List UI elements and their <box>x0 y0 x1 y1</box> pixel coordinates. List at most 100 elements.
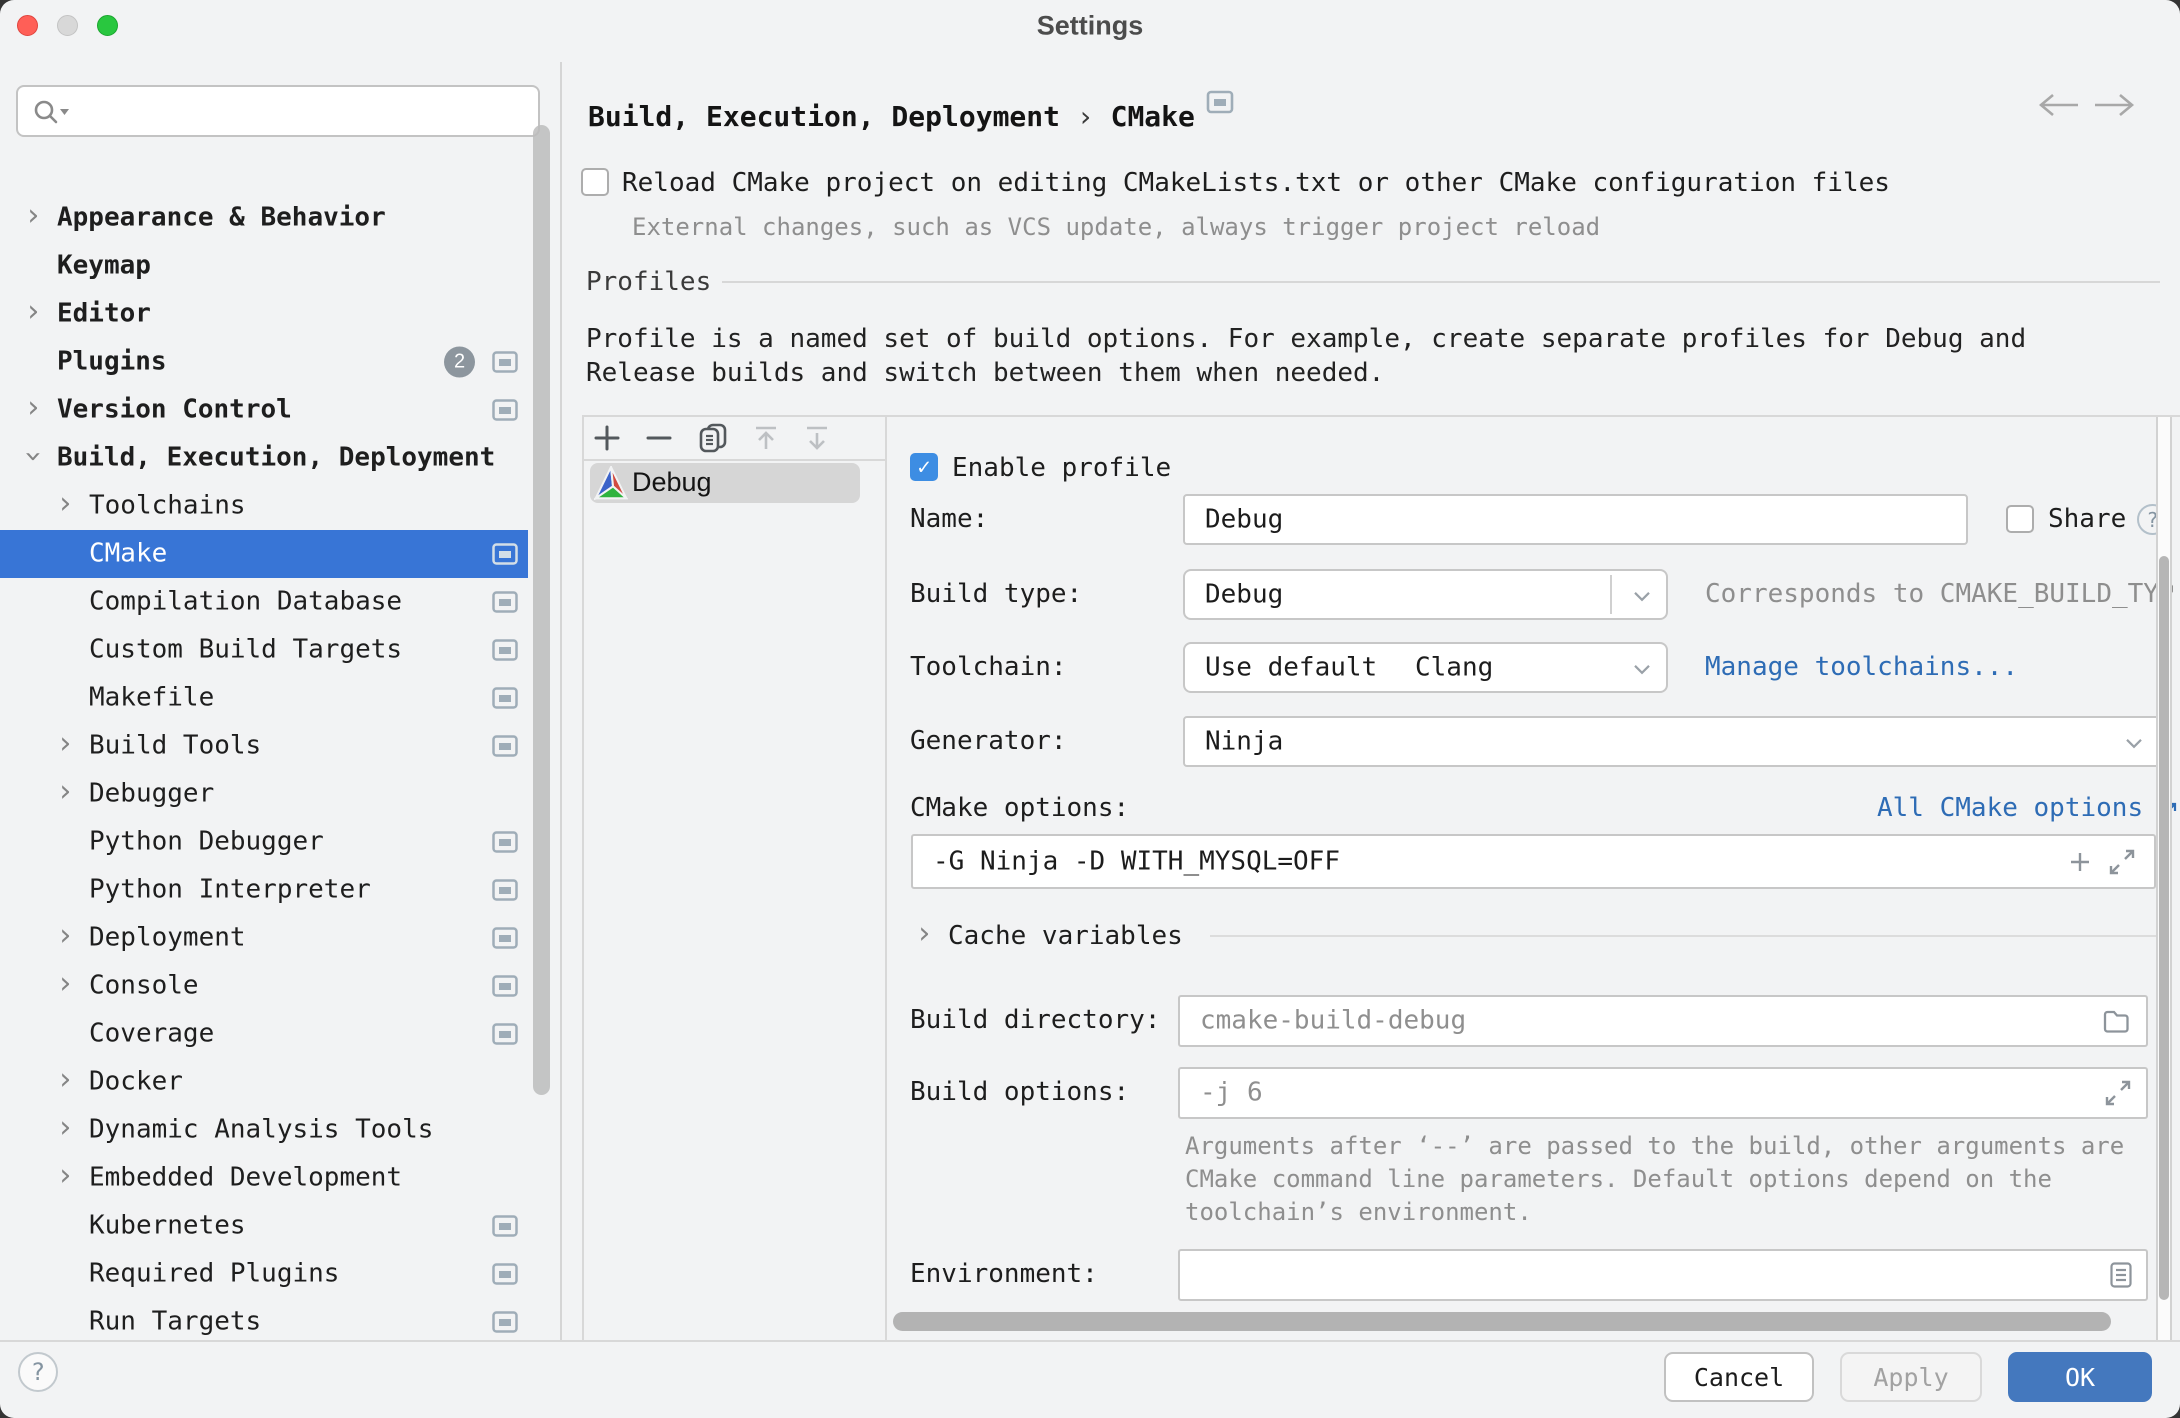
expand-field-icon[interactable] <box>2108 848 2136 876</box>
cmake-options-input[interactable]: -G Ninja -D WITH_MYSQL=OFF <box>911 834 2156 889</box>
environment-list-icon[interactable] <box>2110 1262 2132 1288</box>
all-cmake-options-link[interactable]: All CMake options <box>1877 793 2178 823</box>
help-button[interactable]: ? <box>18 1352 58 1392</box>
enable-profile-checkbox[interactable]: ✓ <box>910 453 938 481</box>
reload-cmake-hint: External changes, such as VCS update, al… <box>632 213 1601 241</box>
copy-profile-button[interactable] <box>697 422 729 454</box>
build-type-select[interactable]: Debug <box>1183 569 1668 620</box>
profiles-list-divider[interactable] <box>885 415 887 1340</box>
sidebar-item-version-control[interactable]: › Version Control <box>0 386 528 434</box>
sidebar-item-appearance-behavior[interactable]: › Appearance & Behavior <box>0 194 528 242</box>
chevron-right-icon[interactable]: › <box>56 921 74 951</box>
enable-profile-label[interactable]: Enable profile <box>952 453 1171 483</box>
cmake-logo-icon <box>594 466 628 500</box>
chevron-right-icon[interactable]: › <box>24 201 42 231</box>
chevron-right-icon[interactable]: › <box>56 969 74 999</box>
chevron-right-icon[interactable]: › <box>915 919 933 949</box>
cache-variables-label[interactable]: Cache variables <box>948 921 1183 951</box>
sidebar-item-build-tools[interactable]: › Build Tools <box>0 722 528 770</box>
expand-field-icon[interactable] <box>2104 1079 2132 1107</box>
sidebar-item-label: Debugger <box>89 778 215 809</box>
sidebar-item-embedded-development[interactable]: › Embedded Development <box>0 1154 528 1202</box>
cancel-button[interactable]: Cancel <box>1664 1352 1814 1402</box>
sidebar-item-label: Deployment <box>89 922 246 953</box>
sidebar-item-debugger[interactable]: › Debugger <box>0 770 528 818</box>
chevron-right-icon[interactable]: › <box>24 393 42 423</box>
move-down-button[interactable] <box>801 422 833 454</box>
ok-button[interactable]: OK <box>2008 1352 2152 1402</box>
cmake-configurable-icon <box>1206 90 1234 118</box>
sidebar-item-custom-build-targets[interactable]: Custom Build Targets <box>0 626 528 674</box>
apply-button[interactable]: Apply <box>1840 1352 1982 1402</box>
chevron-right-icon[interactable]: › <box>24 297 42 327</box>
sidebar-item-plugins[interactable]: Plugins 2 <box>0 338 528 386</box>
chevron-right-icon[interactable]: › <box>56 1113 74 1143</box>
back-icon[interactable] <box>2035 92 2083 122</box>
profiles-panel-top-border <box>582 415 2180 417</box>
sidebar-item-cmake[interactable]: CMake <box>0 530 528 578</box>
sidebar-item-keymap[interactable]: Keymap <box>0 242 528 290</box>
sidebar-item-python-debugger[interactable]: Python Debugger <box>0 818 528 866</box>
build-directory-label: Build directory: <box>910 1005 1161 1035</box>
move-up-button[interactable] <box>750 422 782 454</box>
sidebar-item-label: Run Targets <box>89 1306 262 1337</box>
macro-plus-icon[interactable] <box>2068 850 2092 874</box>
sidebar-item-kubernetes[interactable]: Kubernetes <box>0 1202 528 1250</box>
reload-cmake-checkbox[interactable] <box>581 168 609 196</box>
profile-list-item-debug[interactable]: Debug <box>590 463 860 503</box>
share-checkbox[interactable] <box>2006 505 2034 533</box>
plugins-update-badge: 2 <box>444 346 475 378</box>
remove-profile-button[interactable] <box>644 423 674 453</box>
configurable-icon <box>492 543 518 565</box>
chevron-down-icon <box>1632 662 1652 675</box>
sidebar-item-editor[interactable]: › Editor <box>0 290 528 338</box>
sidebar-item-label: Plugins <box>57 346 167 377</box>
add-profile-button[interactable] <box>592 423 622 453</box>
sidebar-item-toolchains[interactable]: › Toolchains <box>0 482 528 530</box>
build-directory-input[interactable]: cmake-build-debug <box>1178 995 2148 1047</box>
chevron-right-icon[interactable]: › <box>56 729 74 759</box>
generator-select[interactable]: Ninja <box>1183 716 2160 767</box>
sidebar-item-required-plugins[interactable]: Required Plugins <box>0 1250 528 1298</box>
footer-divider <box>0 1340 2180 1342</box>
sidebar-scrollbar[interactable] <box>533 125 550 1095</box>
breadcrumb-separator: › <box>1076 100 1094 133</box>
sidebar-item-dynamic-analysis-tools[interactable]: › Dynamic Analysis Tools <box>0 1106 528 1154</box>
share-label[interactable]: Share <box>2048 504 2126 534</box>
profiles-list-left-border <box>582 415 584 1340</box>
folder-icon[interactable] <box>2102 1009 2130 1033</box>
environment-label: Environment: <box>910 1259 1098 1289</box>
chevron-down-icon[interactable]: › <box>16 447 51 465</box>
sidebar-item-run-targets[interactable]: Run Targets <box>0 1298 528 1340</box>
build-options-input[interactable]: -j 6 <box>1178 1067 2148 1119</box>
toolchain-select[interactable]: Use default Clang <box>1183 642 1668 693</box>
sidebar-item-compilation-database[interactable]: Compilation Database <box>0 578 528 626</box>
chevron-right-icon[interactable]: › <box>56 777 74 807</box>
environment-input[interactable] <box>1178 1249 2148 1301</box>
chevron-right-icon[interactable]: › <box>56 489 74 519</box>
chevron-right-icon[interactable]: › <box>56 1161 74 1191</box>
build-directory-placeholder: cmake-build-debug <box>1200 1005 1467 1036</box>
sidebar-item-python-interpreter[interactable]: Python Interpreter <box>0 866 528 914</box>
breadcrumb-parent[interactable]: Build, Execution, Deployment <box>588 100 1060 133</box>
sidebar-item-docker[interactable]: › Docker <box>0 1058 528 1106</box>
chevron-right-icon[interactable]: › <box>56 1065 74 1095</box>
sidebar-item-console[interactable]: › Console <box>0 962 528 1010</box>
form-vertical-scrollbar[interactable] <box>2159 556 2169 1300</box>
name-input[interactable]: Debug <box>1183 494 1968 545</box>
sidebar-item-label: Makefile <box>89 682 215 713</box>
configurable-icon <box>492 399 518 421</box>
sidebar-item-build-execution-deployment[interactable]: › Build, Execution, Deployment <box>0 434 528 482</box>
configurable-icon <box>492 975 518 997</box>
sidebar-item-makefile[interactable]: Makefile <box>0 674 528 722</box>
forward-icon[interactable] <box>2090 92 2138 122</box>
sidebar-item-label: Console <box>89 970 199 1001</box>
settings-tree: › Appearance & Behavior Keymap › Editor Plugi… <box>0 50 560 1340</box>
sidebar-item-coverage[interactable]: Coverage <box>0 1010 528 1058</box>
generator-value: Ninja <box>1205 725 1284 756</box>
form-horizontal-scrollbar[interactable] <box>893 1312 2111 1331</box>
sidebar-item-deployment[interactable]: › Deployment <box>0 914 528 962</box>
name-label: Name: <box>910 504 989 534</box>
manage-toolchains-link[interactable]: Manage toolchains... <box>1705 652 2018 682</box>
reload-cmake-label[interactable]: Reload CMake project on editing CMakeLis… <box>622 168 1890 198</box>
